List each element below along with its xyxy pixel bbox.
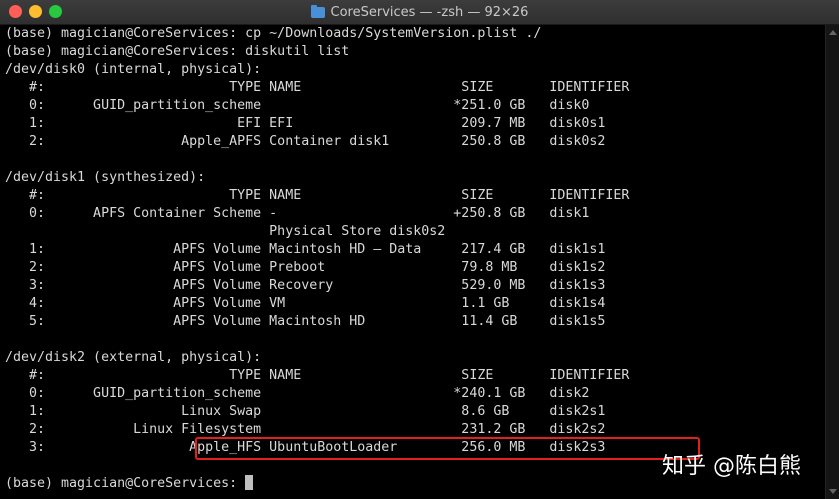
terminal-line: 2: APFS Volume Preboot 79.8 MB disk1s2 xyxy=(5,260,606,275)
terminal-line: 0: GUID_partition_scheme *240.1 GB disk2 xyxy=(5,386,590,401)
terminal-line: /dev/disk2 (external, physical): xyxy=(5,350,262,365)
watermark: 知乎 @陈白熊 xyxy=(662,454,801,479)
terminal-line: 0: APFS Container Scheme - +250.8 GB dis… xyxy=(5,206,590,221)
terminal-line: 0: GUID_partition_scheme *251.0 GB disk0 xyxy=(5,98,590,113)
terminal-line: (base) magician@CoreServices: diskutil l… xyxy=(5,44,350,59)
terminal-output[interactable]: (base) magician@CoreServices: cp ~/Downl… xyxy=(0,25,826,499)
title-bar[interactable]: CoreServices — -zsh — 92×26 xyxy=(0,0,839,25)
terminal-line: 1: APFS Volume Macintosh HD — Data 217.4… xyxy=(5,242,606,257)
vertical-scrollbar[interactable] xyxy=(825,25,839,499)
terminal-window: CoreServices — -zsh — 92×26 (base) magic… xyxy=(0,0,839,499)
terminal-line: #: TYPE NAME SIZE IDENTIFIER xyxy=(5,80,630,95)
terminal-line: 1: Linux Swap 8.6 GB disk2s1 xyxy=(5,404,606,419)
terminal-line: 1: EFI EFI 209.7 MB disk0s1 xyxy=(5,116,606,131)
terminal-line: /dev/disk0 (internal, physical): xyxy=(5,62,262,77)
window-title-area: CoreServices — -zsh — 92×26 xyxy=(0,0,839,24)
scroll-down-arrow-icon[interactable] xyxy=(829,489,837,494)
terminal-line: 5: APFS Volume Macintosh HD 11.4 GB disk… xyxy=(5,314,606,329)
terminal-line: 2: Apple_APFS Container disk1 250.8 GB d… xyxy=(5,134,606,149)
terminal-line: Physical Store disk0s2 xyxy=(5,224,446,239)
scroll-up-arrow-icon[interactable] xyxy=(829,30,837,35)
terminal-line: /dev/disk1 (synthesized): xyxy=(5,170,206,185)
terminal-line: #: TYPE NAME SIZE IDENTIFIER xyxy=(5,368,630,383)
highlight-box xyxy=(195,437,700,460)
terminal-line: 4: APFS Volume VM 1.1 GB disk1s4 xyxy=(5,296,606,311)
terminal-prompt: (base) magician@CoreServices: xyxy=(5,476,246,491)
terminal-line: (base) magician@CoreServices: cp ~/Downl… xyxy=(5,26,542,41)
terminal-line: #: TYPE NAME SIZE IDENTIFIER xyxy=(5,188,630,203)
folder-icon xyxy=(310,4,325,18)
text-cursor xyxy=(245,475,254,490)
window-title: CoreServices — -zsh — 92×26 xyxy=(330,4,529,20)
terminal-line: 3: APFS Volume Recovery 529.0 MB disk1s3 xyxy=(5,278,606,293)
